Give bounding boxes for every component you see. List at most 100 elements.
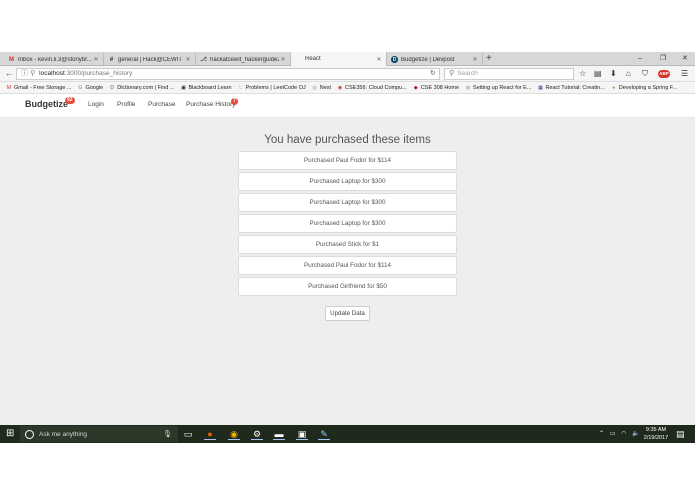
url-bar[interactable]: ⓘ ⚲ localhost:3000/purchase_history: [16, 68, 440, 80]
slack-icon: #: [109, 56, 114, 63]
bookmark-google[interactable]: G Google: [77, 84, 104, 91]
maximize-button[interactable]: ❐: [660, 52, 666, 66]
tab-github-hackerguide[interactable]: ⎇ hackatcewit_hackerguide2... ✕: [196, 53, 291, 66]
close-window-button[interactable]: ✕: [682, 52, 688, 66]
bookmark-label: Google: [85, 84, 104, 91]
app-navbar: Budgetize 92 Login Profile Purchase Purc…: [0, 94, 695, 118]
close-tab-icon[interactable]: ✕: [471, 56, 479, 63]
battery-icon[interactable]: ▭: [610, 428, 616, 440]
nav-purchase-history[interactable]: Purchase History: [186, 101, 236, 108]
brand-badge: 92: [65, 97, 75, 104]
bookmark-dictionary[interactable]: D Dictionary.com | Find ...: [109, 85, 174, 91]
home-icon[interactable]: ⌂: [626, 68, 631, 80]
bookmark-label: Dictionary.com | Find ...: [117, 84, 175, 91]
notification-center-icon[interactable]: ▤: [676, 429, 685, 439]
bookmark-cse308[interactable]: ◆ CSE 308 Home: [413, 85, 459, 91]
devpost-icon: D: [391, 56, 398, 63]
notification-badge: 7: [231, 98, 238, 105]
bookmark-react-tutorial[interactable]: ▦ React Tutorial: Creatin...: [537, 84, 605, 91]
globe-icon: ◍: [465, 84, 471, 91]
bookmark-label: Gmail - Free Storage ...: [14, 84, 72, 91]
system-clock[interactable]: 9:35 AM 2/19/2017: [643, 426, 669, 442]
cortana-placeholder: Ask me anything: [39, 430, 88, 438]
pocket-icon[interactable]: ⛉: [642, 68, 648, 80]
blackboard-icon: ▣: [181, 84, 186, 91]
tab-slack-general[interactable]: # general | Hack@CEWIT Sl... ✕: [104, 53, 196, 66]
terminal-icon[interactable]: ▬: [273, 428, 285, 440]
task-view-icon[interactable]: ▭: [182, 428, 194, 440]
reading-list-icon[interactable]: ▤: [594, 68, 602, 80]
wifi-icon[interactable]: ◠: [621, 428, 626, 440]
gmail-icon: M: [9, 56, 14, 63]
info-icon[interactable]: ⓘ: [21, 69, 28, 79]
tab-title: Budgetize | Devpost: [401, 56, 455, 63]
bookmark-label: Blackboard Learn: [188, 84, 232, 91]
globe-icon: ◎: [312, 84, 317, 91]
windows-taskbar: ⊞ Ask me anything 🎙 ▭ ● ◉ ⚙ ▬ ▣ ✎ ⌃ ▭ ◠ …: [0, 425, 695, 443]
bookmark-star-icon[interactable]: ☆: [579, 68, 586, 80]
bookmark-label: React Tutorial: Creatin...: [545, 84, 605, 91]
clock-time: 9:35 AM: [645, 427, 667, 433]
nav-login[interactable]: Login: [88, 101, 104, 108]
new-tab-button[interactable]: +: [486, 52, 492, 66]
tab-gmail-inbox[interactable]: M Inbox - kevin.li.3@stonybr... ✕: [4, 53, 104, 66]
cortana-search-input[interactable]: Ask me anything 🎙: [20, 426, 178, 442]
google-icon: G: [78, 84, 83, 91]
update-data-button[interactable]: Update Data: [325, 306, 370, 321]
bookmark-react-setup[interactable]: ◍ Setting up React for E...: [465, 84, 532, 91]
photos-icon[interactable]: ▣: [296, 428, 308, 440]
bookmark-label: Developing a Spring F...: [618, 84, 678, 91]
bookmark-blackboard[interactable]: ▣ Blackboard Learn: [180, 84, 232, 91]
main-content: You have purchased these items Purchased…: [0, 118, 695, 425]
bookmark-gmail[interactable]: M Gmail - Free Storage ...: [6, 84, 72, 91]
browser-nav-bar: ← ⓘ ⚲ localhost:3000/purchase_history ↻ …: [0, 66, 695, 82]
close-tab-icon[interactable]: ✕: [184, 56, 192, 63]
bookmarks-bar: M Gmail - Free Storage ... G Google D Dicti…: [0, 82, 695, 94]
purchase-item: Purchased Paul Fodor for $114: [238, 151, 457, 170]
microphone-icon[interactable]: 🎙: [163, 430, 172, 438]
url-path: :3000/purchase_history: [64, 70, 133, 77]
notepad-icon[interactable]: ✎: [318, 428, 330, 440]
url-host: localhost: [39, 70, 65, 77]
minimize-button[interactable]: –: [638, 52, 642, 66]
menu-icon[interactable]: ☰: [681, 68, 688, 80]
nav-profile[interactable]: Profile: [117, 101, 135, 108]
bookmark-cse356[interactable]: ◉ CSE356: Cloud Compu...: [337, 85, 407, 91]
gmail-icon: M: [6, 84, 12, 91]
search-icon: ⚲: [449, 70, 455, 77]
bookmark-label: Next: [319, 84, 332, 91]
brand-logo[interactable]: Budgetize: [25, 99, 68, 109]
tab-title: hackatcewit_hackerguide2...: [210, 56, 279, 63]
purchase-item: Purchased Stick for $1: [238, 235, 457, 254]
purchase-list: Purchased Paul Fodor for $114 Purchased …: [238, 151, 457, 298]
download-icon[interactable]: ⬇: [610, 68, 617, 80]
dictionary-icon: D: [110, 84, 115, 91]
reload-icon[interactable]: ↻: [430, 68, 436, 80]
adblock-icon[interactable]: ABP: [658, 70, 670, 78]
back-arrow-icon[interactable]: ←: [5, 68, 13, 80]
bookmark-label: Setting up React for E...: [473, 84, 532, 91]
node-app-icon[interactable]: ⚙: [251, 428, 263, 440]
nav-purchase[interactable]: Purchase: [148, 101, 175, 108]
close-tab-icon[interactable]: ✕: [279, 56, 287, 63]
tab-title: general | Hack@CEWIT Sl...: [118, 56, 184, 63]
bookmark-leetcode[interactable]: L Problems | LeetCode OJ: [238, 85, 306, 91]
tracking-icon: ⚲: [30, 70, 36, 77]
purchase-item: Purchased Girlfriend for $50: [238, 277, 457, 296]
volume-icon[interactable]: 🔈: [632, 428, 639, 440]
tab-devpost[interactable]: D Budgetize | Devpost ✕: [387, 53, 483, 66]
bookmark-spring[interactable]: ● Developing a Spring F...: [611, 85, 677, 91]
close-tab-icon[interactable]: ✕: [92, 56, 100, 63]
shield-icon: ◆: [413, 84, 418, 91]
blank-page-icon: [295, 56, 302, 63]
windows-start-icon[interactable]: ⊞: [6, 429, 14, 439]
tab-react[interactable]: React ✕: [291, 52, 387, 66]
bookmark-next[interactable]: ◎ Next: [312, 84, 332, 91]
chrome-icon[interactable]: ◉: [228, 428, 240, 440]
github-icon: ⎇: [200, 57, 207, 63]
tab-title: React: [305, 56, 321, 62]
close-tab-icon[interactable]: ✕: [375, 56, 383, 63]
firefox-icon[interactable]: ●: [204, 428, 216, 440]
tray-chevron-icon[interactable]: ⌃: [599, 428, 604, 440]
search-input[interactable]: ⚲ Search: [444, 68, 574, 80]
